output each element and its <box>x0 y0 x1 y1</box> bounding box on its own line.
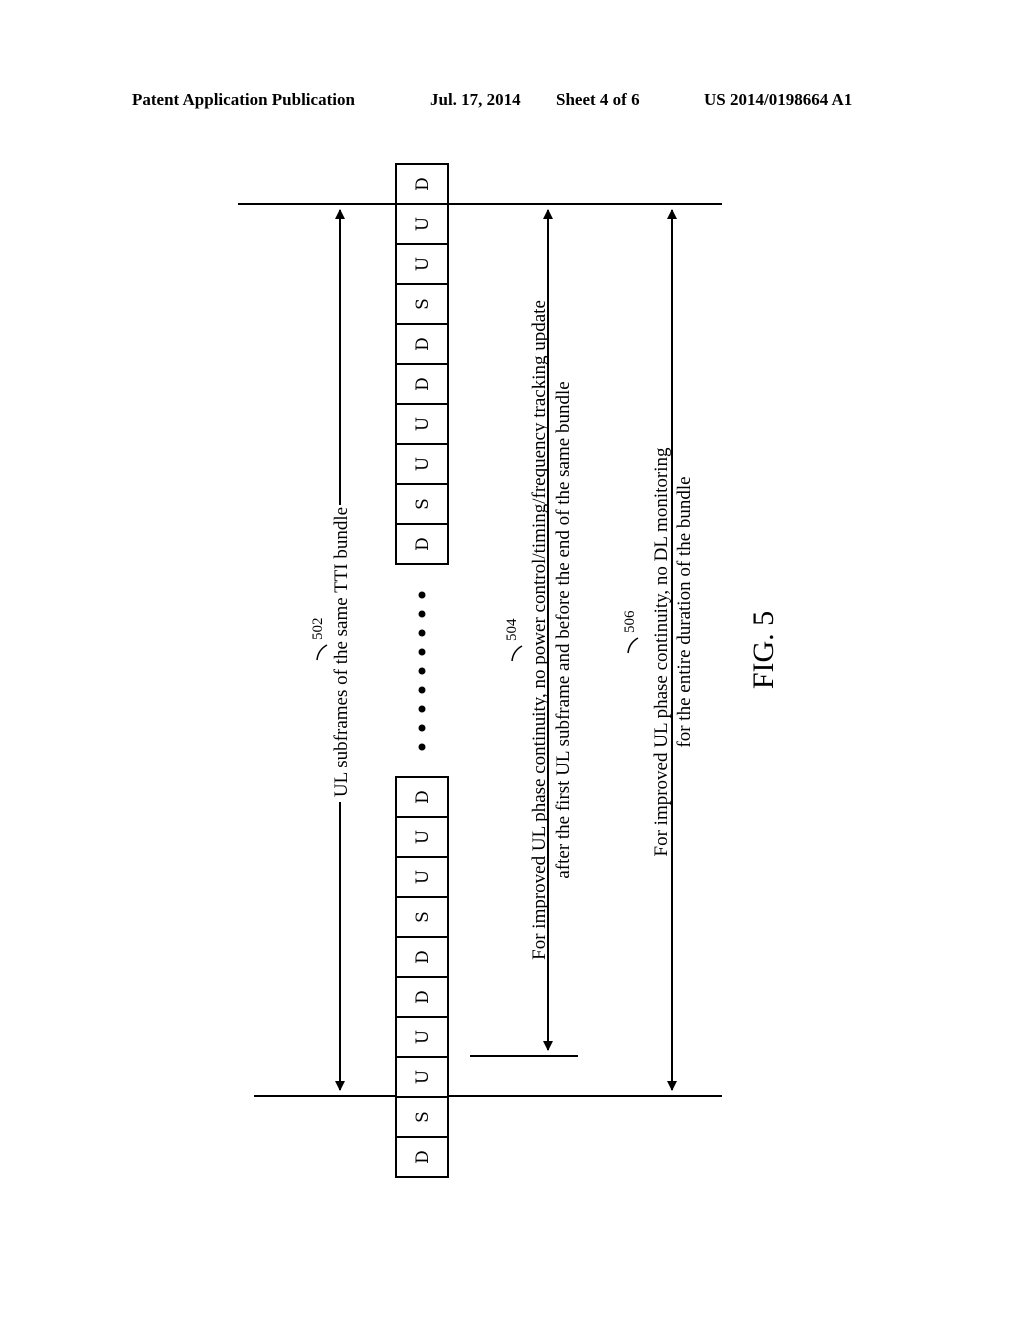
top-subframe-label: S <box>413 498 433 510</box>
ellipsis-dot <box>418 648 426 656</box>
ellipsis-dot <box>418 686 426 694</box>
bottom-subframe-label: U <box>413 870 433 884</box>
annotation-506-line1: For improved UL phase continuity, no DL … <box>651 447 672 856</box>
annotation-506-line2: for the entire duration of the bundle <box>674 476 695 747</box>
bottom-subframe-label: U <box>413 1030 433 1044</box>
ellipsis-dot <box>418 724 426 732</box>
ref-502: 502 <box>310 618 326 641</box>
top-subframe-label: D <box>413 377 433 391</box>
top-subframe-label: D <box>413 337 433 351</box>
bottom-subframe-label: D <box>413 790 433 804</box>
ellipsis-dot <box>418 591 426 599</box>
top-subframe-label: D <box>413 177 433 191</box>
figure-5-diagram: D U U S D D U U S D D U U S D D U U S D UL subframes of th… <box>238 163 780 1178</box>
ref-506: 506 <box>622 610 638 633</box>
bottom-subframe-label: S <box>413 1111 433 1123</box>
bottom-subframe-label: D <box>413 1150 433 1164</box>
ellipsis-dot <box>418 743 426 751</box>
ellipsis-dot <box>418 705 426 713</box>
ellipsis-dot <box>418 629 426 637</box>
annotation-502-text: UL subframes of the same TTI bundle <box>331 507 352 797</box>
top-subframe-label: U <box>413 217 433 231</box>
leader-504 <box>511 645 523 662</box>
bottom-subframe-label: U <box>413 830 433 844</box>
bottom-subframe-label: U <box>413 1070 433 1084</box>
ellipsis-dot <box>418 610 426 618</box>
figure-caption: FIG. 5 <box>747 611 780 689</box>
annotation-504-line2: after the first UL subframe and before t… <box>553 381 574 878</box>
leader-506 <box>627 637 639 654</box>
ref-504: 504 <box>504 618 520 641</box>
top-subframe-label: U <box>413 257 433 271</box>
top-subframe-label: U <box>413 457 433 471</box>
bottom-subframe-label: D <box>413 950 433 964</box>
annotation-504-line1: For improved UL phase continuity, no pow… <box>529 300 550 960</box>
top-subframe-label: S <box>413 298 433 310</box>
top-subframe-label: D <box>413 537 433 551</box>
top-subframe-label: U <box>413 417 433 431</box>
subframe-column-top: D U U S D D U U S D <box>395 163 449 565</box>
bottom-subframe-label: S <box>413 911 433 923</box>
bottom-subframe-label: D <box>413 990 433 1004</box>
ellipsis-dots <box>418 591 426 751</box>
ellipsis-dot <box>418 667 426 675</box>
subframe-column-bottom: D U U S D D U U S D <box>395 776 449 1178</box>
